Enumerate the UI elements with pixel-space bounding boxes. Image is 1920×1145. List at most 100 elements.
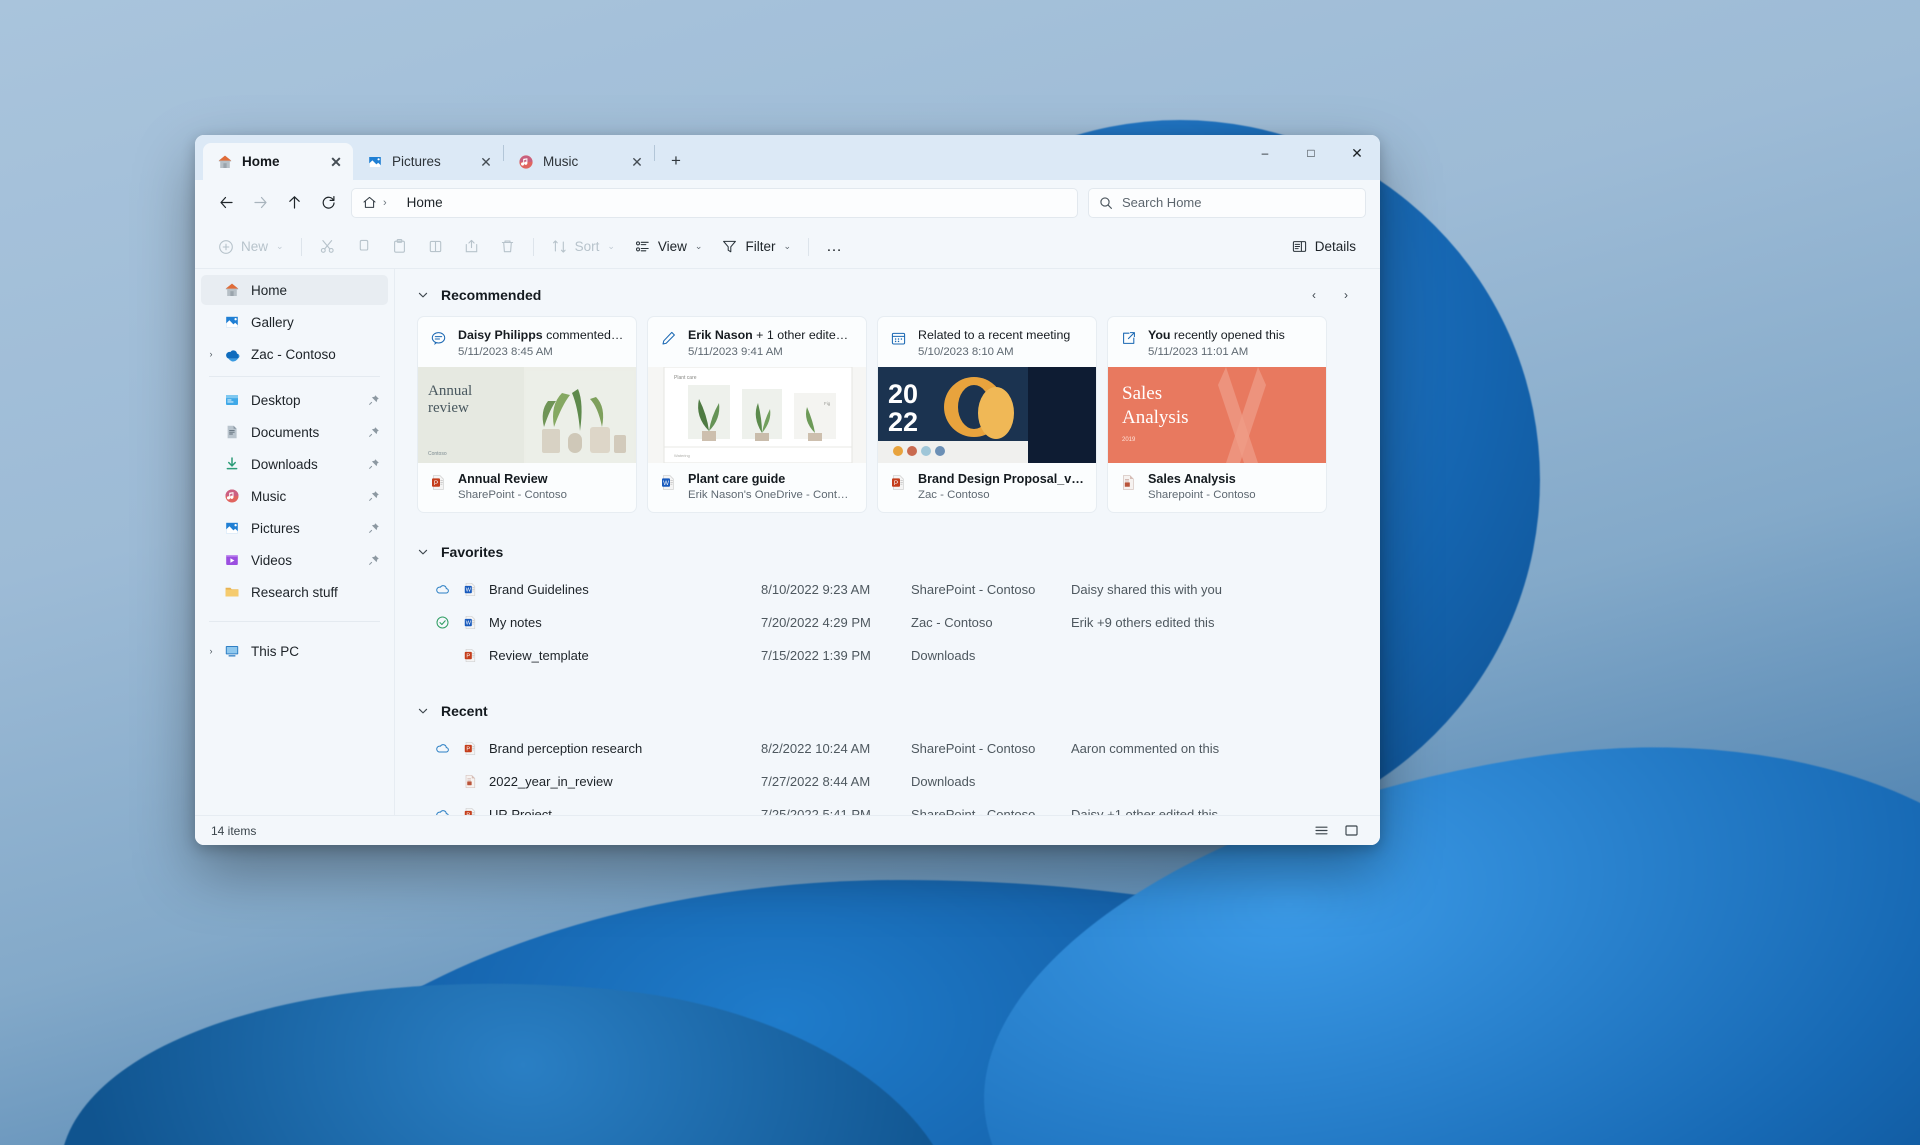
view-button[interactable]: View ⌄ xyxy=(625,231,712,263)
card-file-info: P Brand Design Proposal_v2022 Zac - Cont… xyxy=(878,463,1096,512)
favorites-title: Favorites xyxy=(441,544,504,560)
sidebar-item-this-pc[interactable]: › This PC xyxy=(201,636,388,666)
plant-care-thumb: Plant care Fig Watering xyxy=(648,367,866,463)
details-pane-button[interactable]: Details xyxy=(1281,231,1366,263)
table-row[interactable]: W My notes 7/20/2022 4:29 PM Zac - Conto… xyxy=(417,606,1360,639)
paste-button[interactable] xyxy=(382,231,417,263)
recommended-card[interactable]: Related to a recent meeting 5/10/2023 8:… xyxy=(877,316,1097,513)
svg-text:W: W xyxy=(465,621,471,627)
sidebar-item-documents[interactable]: Documents xyxy=(201,417,388,447)
sidebar-item-gallery[interactable]: Gallery xyxy=(201,307,388,337)
scissors-icon xyxy=(319,238,336,255)
pin-icon[interactable] xyxy=(368,426,380,438)
pin-icon[interactable] xyxy=(368,394,380,406)
carousel-prev-button[interactable]: ‹ xyxy=(1300,281,1328,309)
carousel-next-button[interactable]: › xyxy=(1332,281,1360,309)
pin-icon[interactable] xyxy=(368,554,380,566)
tab-music[interactable]: Music ✕ xyxy=(504,143,654,180)
search-input[interactable]: Search Home xyxy=(1088,187,1366,218)
svg-text:P: P xyxy=(434,480,438,487)
table-row[interactable]: P Review_template 7/15/2022 1:39 PM Down… xyxy=(417,639,1360,672)
refresh-button[interactable] xyxy=(311,187,345,219)
table-row[interactable]: P Brand perception research 8/2/2022 10:… xyxy=(417,732,1360,765)
sidebar-item-zac-contoso[interactable]: › Zac - Contoso xyxy=(201,339,388,369)
table-row[interactable]: 2022_year_in_review 7/27/2022 8:44 AM Do… xyxy=(417,765,1360,798)
svg-text:20: 20 xyxy=(888,379,918,409)
window-controls: – □ ✕ xyxy=(1242,135,1380,171)
tab-label: Home xyxy=(242,154,280,169)
chevron-down-icon: ⌄ xyxy=(276,241,284,251)
card-activity-rest: Related to a recent meeting xyxy=(918,328,1071,342)
favorites-section-header: Favorites xyxy=(417,531,1360,573)
recommended-card[interactable]: Daisy Philipps commented on... 5/11/2023… xyxy=(417,316,637,513)
share-icon xyxy=(463,238,480,255)
copy-button[interactable] xyxy=(346,231,381,263)
sidebar-item-downloads[interactable]: Downloads xyxy=(201,449,388,479)
card-activity-rest: commented on... xyxy=(546,328,624,342)
tab-close-button[interactable]: ✕ xyxy=(475,151,497,173)
sidebar-item-home[interactable]: Home xyxy=(201,275,388,305)
sidebar-item-videos[interactable]: Videos xyxy=(201,545,388,575)
folder-icon xyxy=(221,584,243,600)
close-button[interactable]: ✕ xyxy=(1334,135,1380,171)
card-activity-actor: Daisy Philipps xyxy=(458,328,543,342)
sidebar-item-label: Downloads xyxy=(251,456,318,472)
videos-icon xyxy=(221,552,243,568)
filter-button[interactable]: Filter ⌄ xyxy=(712,231,800,263)
sidebar-item-pictures[interactable]: Pictures xyxy=(201,513,388,543)
sidebar-item-research-stuff[interactable]: Research stuff xyxy=(201,577,388,607)
large-icons-view-button[interactable] xyxy=(1338,820,1364,842)
list-view-button[interactable] xyxy=(1308,820,1334,842)
recommended-card[interactable]: Erik Nason + 1 other edited this 5/11/20… xyxy=(647,316,867,513)
up-button[interactable] xyxy=(277,187,311,219)
cut-button[interactable] xyxy=(310,231,345,263)
tab-close-button[interactable]: ✕ xyxy=(325,151,347,173)
chevron-down-icon[interactable] xyxy=(417,546,429,558)
pictures-icon xyxy=(221,520,243,536)
status-bar: 14 items xyxy=(195,815,1380,845)
pin-icon[interactable] xyxy=(368,522,380,534)
sort-icon xyxy=(551,238,568,255)
minimize-button[interactable]: – xyxy=(1242,135,1288,171)
svg-text:Watering: Watering xyxy=(674,453,690,458)
tab-pictures[interactable]: Pictures ✕ xyxy=(353,143,503,180)
filter-button-label: Filter xyxy=(745,239,776,254)
desktop-icon xyxy=(221,392,243,408)
recommended-card[interactable]: You recently opened this 5/11/2023 11:01… xyxy=(1107,316,1327,513)
forward-button[interactable] xyxy=(243,187,277,219)
chevron-down-icon[interactable] xyxy=(417,705,429,717)
pin-icon[interactable] xyxy=(368,458,380,470)
chevron-down-icon: ⌄ xyxy=(607,241,615,251)
tab-home[interactable]: Home ✕ xyxy=(203,143,353,180)
sidebar-item-desktop[interactable]: Desktop xyxy=(201,385,388,415)
svg-text:W: W xyxy=(663,480,669,487)
chevron-right-icon[interactable]: › xyxy=(201,349,221,359)
tab-close-button[interactable]: ✕ xyxy=(626,151,648,173)
card-file-name: Annual Review xyxy=(458,472,548,486)
chevron-right-icon[interactable]: › xyxy=(201,646,221,656)
sort-button[interactable]: Sort ⌄ xyxy=(542,231,624,263)
file-activity: Daisy +1 other edited this xyxy=(1071,807,1219,815)
delete-button[interactable] xyxy=(490,231,525,263)
new-button[interactable]: New ⌄ xyxy=(209,231,293,263)
table-row[interactable]: P UR Project 7/25/2022 5:41 PM SharePoin… xyxy=(417,798,1360,815)
new-tab-button[interactable]: + xyxy=(661,146,691,176)
file-activity: Aaron commented on this xyxy=(1071,741,1220,756)
rename-button[interactable] xyxy=(418,231,453,263)
share-button[interactable] xyxy=(454,231,489,263)
pin-icon[interactable] xyxy=(368,490,380,502)
home-outline-icon[interactable] xyxy=(362,195,377,210)
back-button[interactable] xyxy=(209,187,243,219)
svg-text:2019: 2019 xyxy=(1122,437,1136,443)
chevron-down-icon[interactable] xyxy=(417,289,429,301)
pencil-icon xyxy=(660,330,678,347)
table-row[interactable]: W Brand Guidelines 8/10/2022 9:23 AM Sha… xyxy=(417,573,1360,606)
maximize-button[interactable]: □ xyxy=(1288,135,1334,171)
new-button-label: New xyxy=(241,239,269,254)
sidebar-item-music[interactable]: Music xyxy=(201,481,388,511)
powerpoint-icon: P xyxy=(890,474,908,491)
more-options-button[interactable]: … xyxy=(817,231,851,263)
address-bar[interactable]: › Home xyxy=(351,187,1078,218)
breadcrumb-current[interactable]: Home xyxy=(407,195,443,210)
brand-design-thumb: 20 22 xyxy=(878,367,1096,463)
